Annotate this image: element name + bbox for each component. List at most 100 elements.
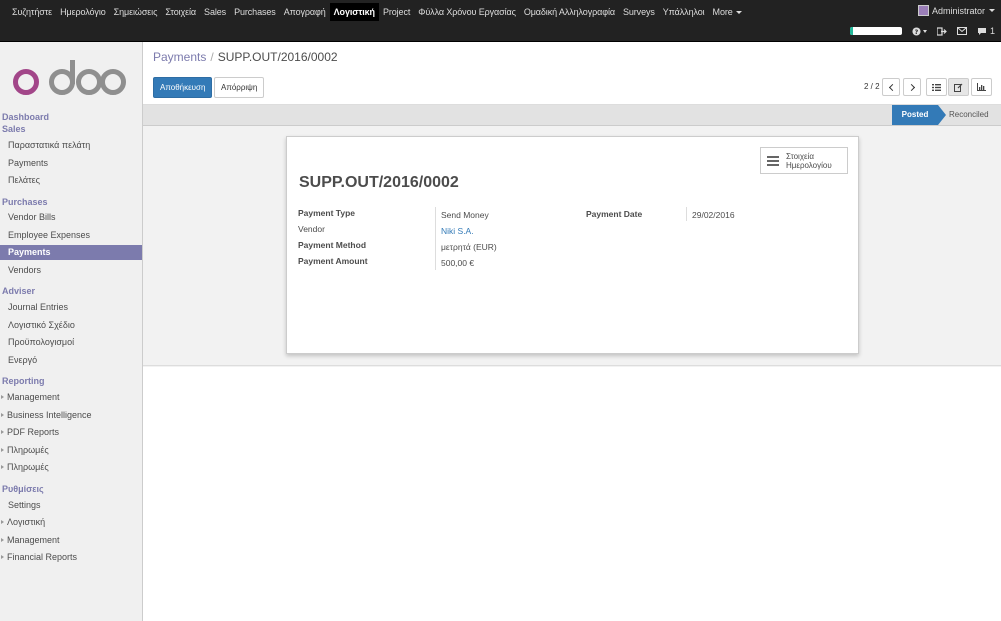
planner-progress-bar[interactable] (849, 27, 902, 35)
list-icon (932, 83, 941, 91)
chevron-left-icon (888, 83, 896, 91)
sidebar-item-management[interactable]: Management (0, 390, 142, 405)
menu-mass-mailing[interactable]: Ομαδική Αλληλογραφία (520, 3, 619, 21)
sidebar-item-employee-expenses[interactable]: Employee Expenses (0, 228, 142, 243)
sidebar-item-vendors[interactable]: Vendors (0, 263, 142, 278)
chat-count: 1 (989, 26, 995, 36)
odoo-logo[interactable] (12, 60, 127, 100)
sidebar-section-sales[interactable]: Sales (2, 124, 26, 134)
sidebar-section-settings[interactable]: Ρυθμίσεις (2, 484, 44, 494)
chatter-area (143, 367, 1001, 621)
record-title: SUPP.OUT/2016/0002 (299, 174, 459, 191)
edit-icon (954, 83, 963, 92)
discard-button[interactable]: Απόρριψη (214, 77, 265, 98)
menu-surveys[interactable]: Surveys (619, 3, 659, 21)
menu-notes[interactable]: Σημειώσεις (110, 3, 162, 21)
menu-timesheets[interactable]: Φύλλα Χρόνου Εργασίας (414, 3, 520, 21)
payment-type-value[interactable]: Send Money (441, 210, 489, 220)
sidebar-section-dashboard[interactable]: Dashboard (2, 112, 49, 122)
breadcrumb-payments-link[interactable]: Payments (153, 50, 206, 64)
status-reconciled[interactable]: Reconciled (949, 105, 989, 125)
journal-items-label-line2: Ημερολογίου (786, 160, 832, 170)
menu-contacts[interactable]: Στοιχεία (161, 3, 200, 21)
sidebar-item-vendor-bills[interactable]: Vendor Bills (0, 210, 142, 225)
sidebar-item-assets[interactable]: Ενεργό (0, 353, 142, 368)
sidebar-item-customer-invoices[interactable]: Παραστατικά πελάτη (0, 138, 142, 153)
form-sheet: Στοιχεία Ημερολογίου SUPP.OUT/2016/0002 P… (286, 136, 859, 354)
menu-discuss[interactable]: Συζητήστε (8, 3, 56, 21)
progress-fill (849, 27, 853, 35)
vendor-label: Vendor (298, 224, 325, 234)
top-navbar: Συζητήστε Ημερολόγιο Σημειώσεις Στοιχεία… (0, 0, 1001, 42)
breadcrumb-separator: / (210, 50, 214, 64)
sidebar-item-payments-report-2[interactable]: Πληρωμές (0, 460, 142, 475)
save-button[interactable]: Αποθήκευση (153, 77, 213, 98)
payment-method-label: Payment Method (298, 240, 367, 250)
form-background: Στοιχεία Ημερολογίου SUPP.OUT/2016/0002 P… (143, 126, 1001, 366)
form-view-button[interactable] (948, 78, 969, 96)
logout-icon[interactable] (936, 26, 947, 36)
menu-project[interactable]: Project (379, 3, 414, 21)
vendor-link[interactable]: Niki S.A. (441, 226, 474, 236)
pager-previous-button[interactable] (882, 78, 900, 96)
sidebar-item-pdf-reports[interactable]: PDF Reports (0, 425, 142, 440)
help-icon[interactable]: ? (912, 26, 927, 36)
chevron-down-icon (989, 9, 995, 12)
breadcrumb-current: SUPP.OUT/2016/0002 (217, 50, 338, 64)
sidebar-item-journal-entries[interactable]: Journal Entries (0, 300, 142, 315)
journal-items-button[interactable]: Στοιχεία Ημερολογίου (760, 147, 848, 174)
payment-amount-label: Payment Amount (298, 256, 368, 266)
sidebar-item-business-intelligence[interactable]: Business Intelligence (0, 408, 142, 423)
sidebar: Dashboard Sales Παραστατικά πελάτη Payme… (0, 42, 143, 621)
bar-chart-icon (977, 83, 986, 91)
chevron-down-icon (735, 11, 742, 15)
chevron-right-icon (907, 83, 915, 91)
menu-more[interactable]: More (709, 3, 746, 21)
sidebar-item-accounting-config[interactable]: Λογιστική (0, 515, 142, 530)
menu-sales[interactable]: Sales (200, 3, 230, 21)
sidebar-item-management-config[interactable]: Management (0, 533, 142, 548)
menu-employees[interactable]: Υπάλληλοι (659, 3, 709, 21)
sidebar-item-purchase-payments[interactable]: Payments (0, 245, 142, 260)
graph-view-button[interactable] (971, 78, 992, 96)
pager-value: 2 / 2 (864, 82, 880, 91)
menu-inventory[interactable]: Απογραφή (280, 3, 330, 21)
app-menu: Συζητήστε Ημερολόγιο Σημειώσεις Στοιχεία… (8, 3, 746, 21)
sidebar-item-payments-report-1[interactable]: Πληρωμές (0, 443, 142, 458)
payment-date-label: Payment Date (586, 209, 643, 219)
user-menu[interactable]: Administrator (917, 5, 995, 16)
list-view-button[interactable] (926, 78, 947, 96)
breadcrumb: Payments / SUPP.OUT/2016/0002 (153, 50, 338, 64)
journal-items-label-line1: Στοιχεία (786, 151, 815, 161)
menu-purchases[interactable]: Purchases (230, 3, 280, 21)
field-divider (686, 207, 687, 221)
menu-calendar[interactable]: Ημερολόγιο (56, 3, 110, 21)
sidebar-section-purchases[interactable]: Purchases (2, 197, 48, 207)
svg-text:?: ? (915, 29, 919, 36)
payment-amount-value[interactable]: 500,00 € (441, 258, 474, 268)
field-divider (435, 207, 436, 270)
list-icon (767, 155, 779, 166)
pager-next-button[interactable] (903, 78, 921, 96)
sidebar-item-chart-of-accounts[interactable]: Λογιστικό Σχέδιο (0, 318, 142, 333)
payment-method-value[interactable]: μετρητά (EUR) (441, 242, 497, 252)
payment-date-value[interactable]: 29/02/2016 (692, 210, 735, 220)
status-posted[interactable]: Posted (892, 105, 946, 125)
mail-icon[interactable] (956, 27, 967, 35)
sidebar-item-customers[interactable]: Πελάτες (0, 173, 142, 188)
user-name: Administrator (931, 5, 985, 16)
sidebar-item-settings[interactable]: Settings (0, 498, 142, 513)
sidebar-section-adviser[interactable]: Adviser (2, 286, 35, 296)
statusbar: Posted Reconciled (143, 105, 1001, 126)
menu-accounting[interactable]: Λογιστική (329, 3, 379, 21)
sidebar-item-financial-reports[interactable]: Financial Reports (0, 550, 142, 565)
journal-items-label: Στοιχεία Ημερολογίου (786, 152, 832, 170)
chat-icon[interactable]: 1 (977, 26, 995, 36)
more-label: More (712, 7, 733, 17)
systray: ? 1 (849, 26, 995, 36)
main-content: Payments / SUPP.OUT/2016/0002 Αποθήκευση Α… (143, 42, 1001, 621)
sidebar-section-reporting[interactable]: Reporting (2, 376, 45, 386)
avatar (917, 5, 929, 16)
sidebar-item-sales-payments[interactable]: Payments (0, 156, 142, 171)
sidebar-item-budgets[interactable]: Προϋπολογισμοί (0, 335, 142, 350)
